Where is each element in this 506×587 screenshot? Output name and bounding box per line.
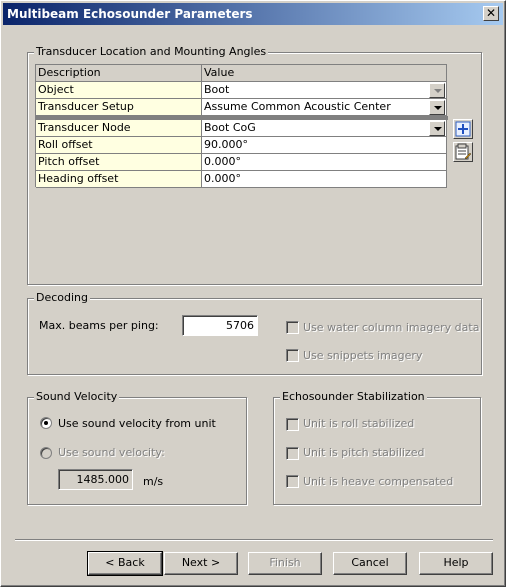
help-button[interactable]: Help [419,552,493,575]
close-icon: ✕ [485,6,497,20]
dialog-window: Multibeam Echosounder Parameters ✕ Trans… [0,0,506,587]
row-pitch-offset-label: Pitch offset [36,154,202,171]
row-transducer-setup-label: Transducer Setup [36,99,202,116]
sound-velocity-legend: Sound Velocity [34,390,120,403]
button-separator [15,539,493,541]
title-bar[interactable]: Multibeam Echosounder Parameters ✕ [3,3,503,25]
transducer-node-dropdown-arrow[interactable] [429,121,445,136]
decoding-legend: Decoding [34,291,91,304]
sound-velocity-unit: m/s [143,475,164,488]
pitch-stabilized-label: Unit is pitch stabilized [303,446,425,459]
transducer-setup-select[interactable]: Assume Common Acoustic Center [202,99,447,116]
use-velocity-from-unit-label: Use sound velocity from unit [58,417,216,430]
object-dropdown-arrow[interactable] [429,83,445,98]
transducer-node-select[interactable]: Boot CoG [202,120,447,137]
snippets-checkbox[interactable] [286,349,299,362]
next-button[interactable]: Next > [164,552,238,575]
roll-stabilized-checkbox[interactable] [286,418,299,431]
sound-velocity-input[interactable]: 1485.000 [58,469,133,490]
row-object-label: Object [36,82,202,99]
roll-stabilized-label: Unit is roll stabilized [303,417,415,430]
add-node-button[interactable] [453,119,473,139]
use-sound-velocity-radio[interactable] [40,447,52,459]
max-beams-label: Max. beams per ping: [39,319,159,332]
row-roll-offset-label: Roll offset [36,137,202,154]
snippets-label: Use snippets imagery [303,349,423,362]
grid-header-value: Value [202,65,447,82]
pitch-offset-field[interactable]: 0.000° [202,154,447,171]
cancel-button[interactable]: Cancel [333,552,407,575]
heading-offset-field[interactable]: 0.000° [202,171,447,188]
window-title: Multibeam Echosounder Parameters [7,7,253,21]
decoding-group: Decoding [27,291,482,375]
object-select[interactable]: Boot [202,82,447,99]
edit-node-button[interactable] [453,142,473,162]
water-column-label: Use water column imagery data [303,321,480,334]
back-button[interactable]: < Back [87,551,163,576]
edit-properties-icon [455,143,472,160]
transducer-grid: Description Value Object Boot Transducer… [35,64,448,188]
use-velocity-from-unit-radio[interactable] [40,417,52,429]
row-heading-offset-label: Heading offset [36,171,202,188]
stabilization-legend: Echosounder Stabilization [280,390,427,403]
finish-button[interactable]: Finish [248,552,322,575]
transducer-legend: Transducer Location and Mounting Angles [34,45,269,58]
close-button[interactable]: ✕ [483,6,499,21]
roll-offset-field[interactable]: 90.000° [202,137,447,154]
use-sound-velocity-label: Use sound velocity: [58,446,165,459]
heave-compensated-label: Unit is heave compensated [303,475,454,488]
transducer-setup-dropdown-arrow[interactable] [429,100,445,115]
grid-header-description: Description [36,65,202,82]
max-beams-input[interactable]: 5706 [182,315,258,336]
heave-compensated-checkbox[interactable] [286,475,299,488]
add-node-icon [455,121,471,137]
water-column-checkbox[interactable] [286,321,299,334]
pitch-stabilized-checkbox[interactable] [286,447,299,460]
row-transducer-node-label: Transducer Node [36,120,202,137]
